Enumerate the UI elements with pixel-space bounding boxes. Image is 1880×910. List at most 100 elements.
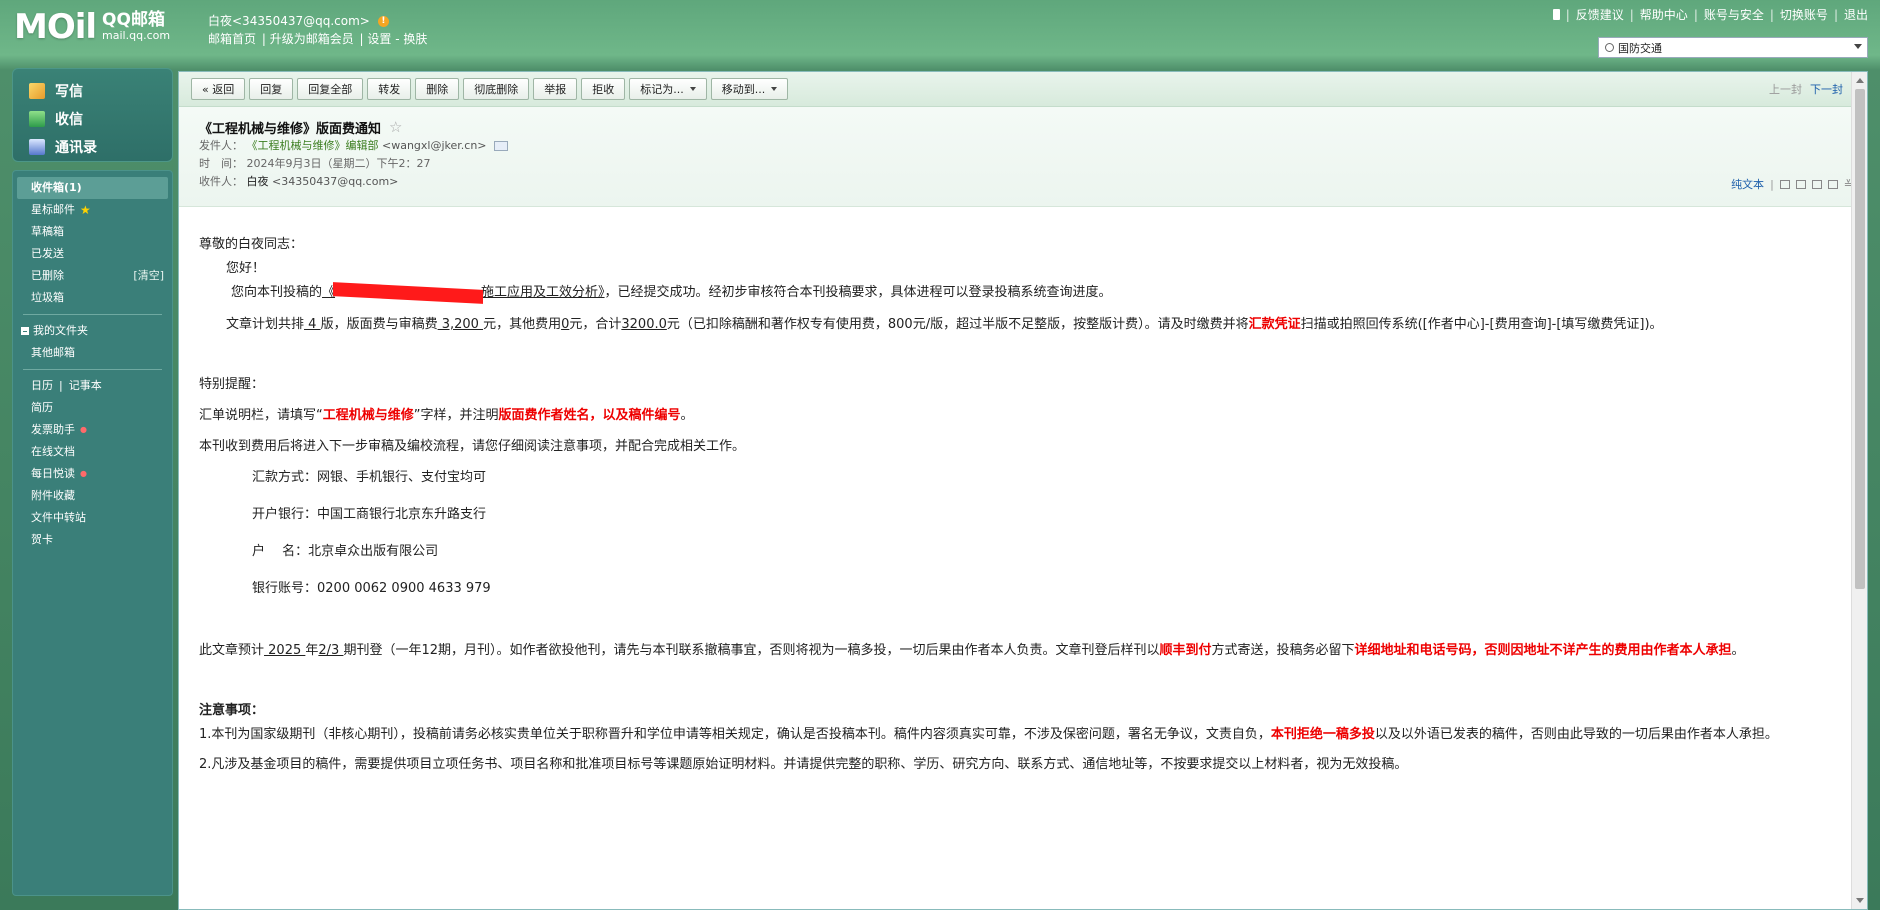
text: 期刊登（一年12期，月刊）。如作者欲投他刊，请先与本刊联系撤稿事宜，否则将视为一… — [343, 643, 1160, 658]
link-feedback[interactable]: 反馈建议 — [1576, 6, 1624, 23]
sidebar-item-starred[interactable]: 星标邮件 ★ — [17, 199, 168, 221]
scroll-up-icon[interactable] — [1856, 78, 1864, 83]
reply-button[interactable]: 回复 — [249, 78, 294, 100]
vertical-scrollbar[interactable] — [1851, 72, 1867, 909]
mail-view-tools: 纯文本 | ≚ — [1731, 176, 1853, 192]
clear-trash-link[interactable]: [清空] — [133, 265, 164, 287]
sidebar-item-drafts[interactable]: 草稿箱 — [17, 221, 168, 243]
move-to-dropdown[interactable]: 移动到... — [710, 78, 789, 100]
contacts-button[interactable]: 通讯录 — [29, 133, 172, 161]
publish-year: 2025 — [264, 643, 306, 658]
logo-title: QQ邮箱 — [102, 10, 165, 30]
compose-button[interactable]: 写信 — [29, 77, 172, 105]
search-input[interactable]: 国防交通 — [1598, 37, 1868, 58]
reply-all-button[interactable]: 回复全部 — [297, 78, 364, 100]
sidebar-item-attachments[interactable]: 附件收藏 — [17, 485, 168, 507]
plain-text-link[interactable]: 纯文本 — [1731, 176, 1764, 192]
sidebar-item-docs[interactable]: 在线文档 — [17, 441, 168, 463]
cards-label: 贺卡 — [31, 533, 53, 546]
redaction-mark — [333, 281, 484, 304]
print-icon[interactable] — [1827, 179, 1838, 189]
next-mail-link[interactable]: 下一封 — [1810, 81, 1843, 97]
hello: 您好！ — [226, 261, 266, 276]
sidebar-item-calendar[interactable]: 日历 — [31, 375, 53, 397]
text: 。 — [680, 408, 694, 423]
link-upgrade-vip[interactable]: 升级为邮箱会员 — [270, 32, 354, 46]
bank-name: 开户银行：中国工商银行北京东升路支行 — [252, 507, 487, 522]
back-button[interactable]: « 返回 — [191, 78, 246, 100]
star-outline-icon[interactable]: ☆ — [389, 118, 402, 136]
mark-as-dropdown[interactable]: 标记为... — [629, 78, 707, 100]
sidebar-item-sent[interactable]: 已发送 — [17, 243, 168, 265]
forward-button[interactable]: 转发 — [367, 78, 412, 100]
text: 元，其他费用 — [483, 317, 562, 332]
sidebar-item-other-mailbox[interactable]: 其他邮箱 — [17, 342, 168, 364]
mark-as-label: 标记为... — [640, 83, 684, 96]
save-icon[interactable] — [1811, 179, 1822, 189]
publish-issue: 2/3 — [318, 643, 344, 658]
sidebar-item-cards[interactable]: 贺卡 — [17, 529, 168, 551]
sidebar-item-daily-read[interactable]: 每日悦读 ● — [17, 463, 168, 485]
qq-mail-logo[interactable]: MOil QQ邮箱 mail.qq.com — [14, 10, 170, 44]
sidebar-item-file-transfer[interactable]: 文件中转站 — [17, 507, 168, 529]
sidebar-item-resume[interactable]: 简历 — [17, 397, 168, 419]
warning-icon[interactable]: ! — [377, 15, 389, 27]
receive-button[interactable]: 收信 — [29, 105, 172, 133]
remind-title: 特别提醒： — [199, 377, 265, 392]
text: 您向本刊投稿的 — [231, 285, 323, 300]
my-folders-label: 我的文件夹 — [33, 324, 88, 337]
text: 元，合计 — [569, 317, 622, 332]
text: 汇单说明栏，请填写“ — [199, 408, 323, 423]
vcard-icon[interactable] — [494, 141, 509, 151]
divider — [23, 369, 162, 370]
link-mail-home[interactable]: 邮箱首页 — [208, 32, 256, 46]
sidebar-item-invoice[interactable]: 发票助手 ● — [17, 419, 168, 441]
text: 年 — [305, 643, 319, 658]
report-button[interactable]: 举报 — [533, 78, 578, 100]
chevron-down-icon[interactable] — [1854, 44, 1862, 49]
move-to-label: 移动到... — [721, 83, 766, 96]
delete-button[interactable]: 删除 — [415, 78, 460, 100]
sidebar-item-deleted[interactable]: 已删除 [清空] — [17, 265, 168, 287]
contacts-label: 通讯录 — [55, 140, 97, 156]
sidebar-item-inbox[interactable]: 收件箱(1) — [17, 177, 168, 199]
prev-mail-link[interactable]: 上一封 — [1769, 81, 1802, 97]
link-switch-account[interactable]: 切换账号 — [1780, 6, 1828, 23]
daily-read-label: 每日悦读 — [31, 467, 75, 480]
folder-list: 收件箱(1) 星标邮件 ★ 草稿箱 已发送 已删除 [清空] 垃圾箱 我的文件夹 其… — [12, 170, 173, 896]
greeting: 尊敬的白夜同志： — [199, 237, 304, 252]
logo-sub: mail.qq.com — [102, 29, 171, 42]
docs-label: 在线文档 — [31, 445, 75, 458]
recipient-line: 收件人： 白夜 <34350437@qq.com> — [199, 173, 1847, 191]
scroll-thumb[interactable] — [1855, 89, 1865, 589]
sidebar-item-notes[interactable]: 记事本 — [69, 375, 102, 397]
attachments-label: 附件收藏 — [31, 489, 75, 502]
logo-mark: MOil — [14, 7, 97, 47]
star-icon: ★ — [80, 203, 91, 217]
mail-body: 尊敬的白夜同志： 您好！ 您向本刊投稿的《 施工应用及工效分析》，已经提交成功。经… — [179, 207, 1867, 907]
new-window-icon[interactable] — [1779, 179, 1790, 189]
link-settings-skin[interactable]: 设置 - 换肤 — [367, 32, 427, 46]
text: 1.本刊为国家级期刊（非核心期刊），投稿前请务必核实贵单位关于职称晋升和学位申请… — [199, 727, 1271, 742]
other-mailbox-label: 其他邮箱 — [31, 346, 75, 359]
sender-name[interactable]: 《工程机械与维修》编辑部 — [247, 139, 379, 152]
delete-permanently-button[interactable]: 彻底删除 — [463, 78, 530, 100]
invoice-label: 发票助手 — [31, 423, 75, 436]
sidebar-item-calendar-notes: 日历 | 记事本 — [17, 375, 168, 397]
copy-icon[interactable] — [1795, 179, 1806, 189]
recipient-name[interactable]: 白夜 — [247, 175, 269, 188]
link-account-security[interactable]: 账号与安全 — [1704, 6, 1764, 23]
highlight: 本刊拒绝一稿多投 — [1270, 727, 1375, 742]
collapse-icon[interactable] — [21, 327, 29, 335]
file-transfer-label: 文件中转站 — [31, 511, 86, 524]
sidebar-item-spam[interactable]: 垃圾箱 — [17, 287, 168, 309]
link-help[interactable]: 帮助中心 — [1640, 6, 1688, 23]
reject-button[interactable]: 拒收 — [581, 78, 626, 100]
link-logout[interactable]: 退出 — [1844, 6, 1868, 23]
pay-method: 汇款方式：网银、手机银行、支付宝均可 — [252, 470, 487, 485]
scroll-down-icon[interactable] — [1856, 898, 1864, 903]
user-account[interactable]: 白夜<34350437@qq.com> — [208, 12, 370, 30]
sidebar-item-my-folders[interactable]: 我的文件夹 — [17, 320, 168, 342]
starred-label: 星标邮件 — [31, 203, 75, 216]
mobile-icon[interactable] — [1552, 9, 1560, 20]
